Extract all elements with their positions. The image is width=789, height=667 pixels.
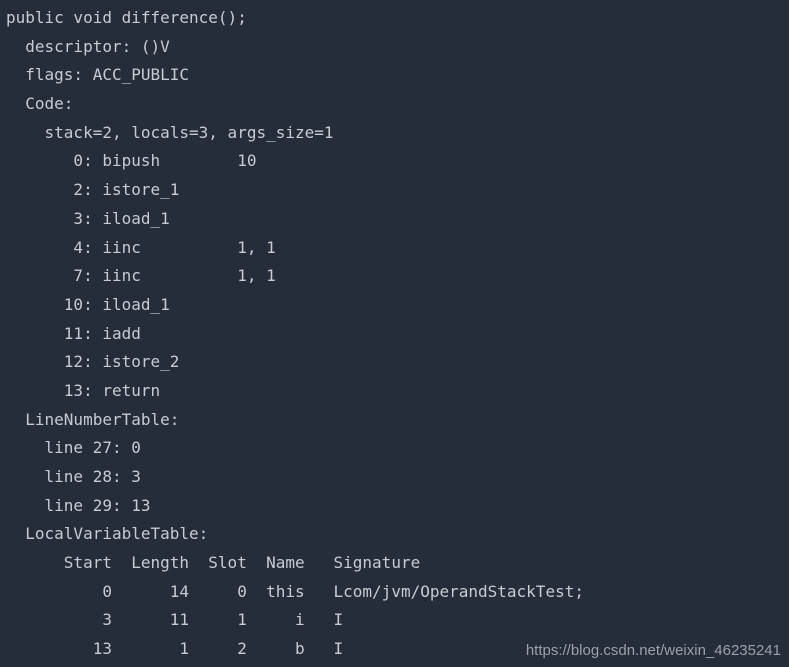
bytecode-instruction-line: 10: iload_1 <box>6 294 170 314</box>
csdn-watermark: https://blog.csdn.net/weixin_46235241 <box>525 642 781 659</box>
javap-code-listing: public void difference(); descriptor: ()… <box>0 0 584 664</box>
bytecode-instruction-line: 7: iinc 1, 1 <box>6 266 276 286</box>
localvariabletable-row: 0 14 0 this Lcom/jvm/OperandStackTest; <box>6 581 584 601</box>
code-attributes-line: stack=2, locals=3, args_size=1 <box>6 122 334 142</box>
bytecode-instruction-line: 3: iload_1 <box>6 208 170 228</box>
localvariabletable-header-row: Start Length Slot Name Signature <box>6 553 421 573</box>
linenumbertable-entry-list: line 27: 0 line 28: 3 line 29: 13 <box>6 434 584 520</box>
bytecode-instruction-line: 12: istore_2 <box>6 352 180 372</box>
localvariabletable-row-list: 0 14 0 this Lcom/jvm/OperandStackTest; 3… <box>6 578 584 664</box>
bytecode-instruction-line: 13: return <box>6 380 161 400</box>
linenumbertable-label: LineNumberTable: <box>6 409 180 429</box>
bytecode-instruction-list: 0: bipush 10 2: istore_1 3: iload_1 4: i… <box>6 147 584 405</box>
bytecode-instruction-line: 11: iadd <box>6 323 141 343</box>
localvariabletable-row: 3 11 1 i I <box>6 610 344 630</box>
localvariabletable-label: LocalVariableTable: <box>6 524 209 544</box>
flags-line: flags: ACC_PUBLIC <box>6 65 190 85</box>
localvariabletable-row: 13 1 2 b I <box>6 639 344 659</box>
linenumbertable-entry: line 28: 3 <box>6 467 141 486</box>
linenumbertable-entry: line 29: 13 <box>6 495 151 515</box>
method-signature-line: public void difference(); <box>6 8 247 27</box>
javap-output-screen: public void difference(); descriptor: ()… <box>0 0 789 667</box>
code-label-line: Code: <box>6 94 74 114</box>
linenumbertable-entry: line 27: 0 <box>6 438 141 458</box>
bytecode-instruction-line: 4: iinc 1, 1 <box>6 237 276 257</box>
bytecode-instruction-line: 0: bipush 10 <box>6 151 257 171</box>
descriptor-line: descriptor: ()V <box>6 36 170 56</box>
bytecode-instruction-line: 2: istore_1 <box>6 180 180 200</box>
